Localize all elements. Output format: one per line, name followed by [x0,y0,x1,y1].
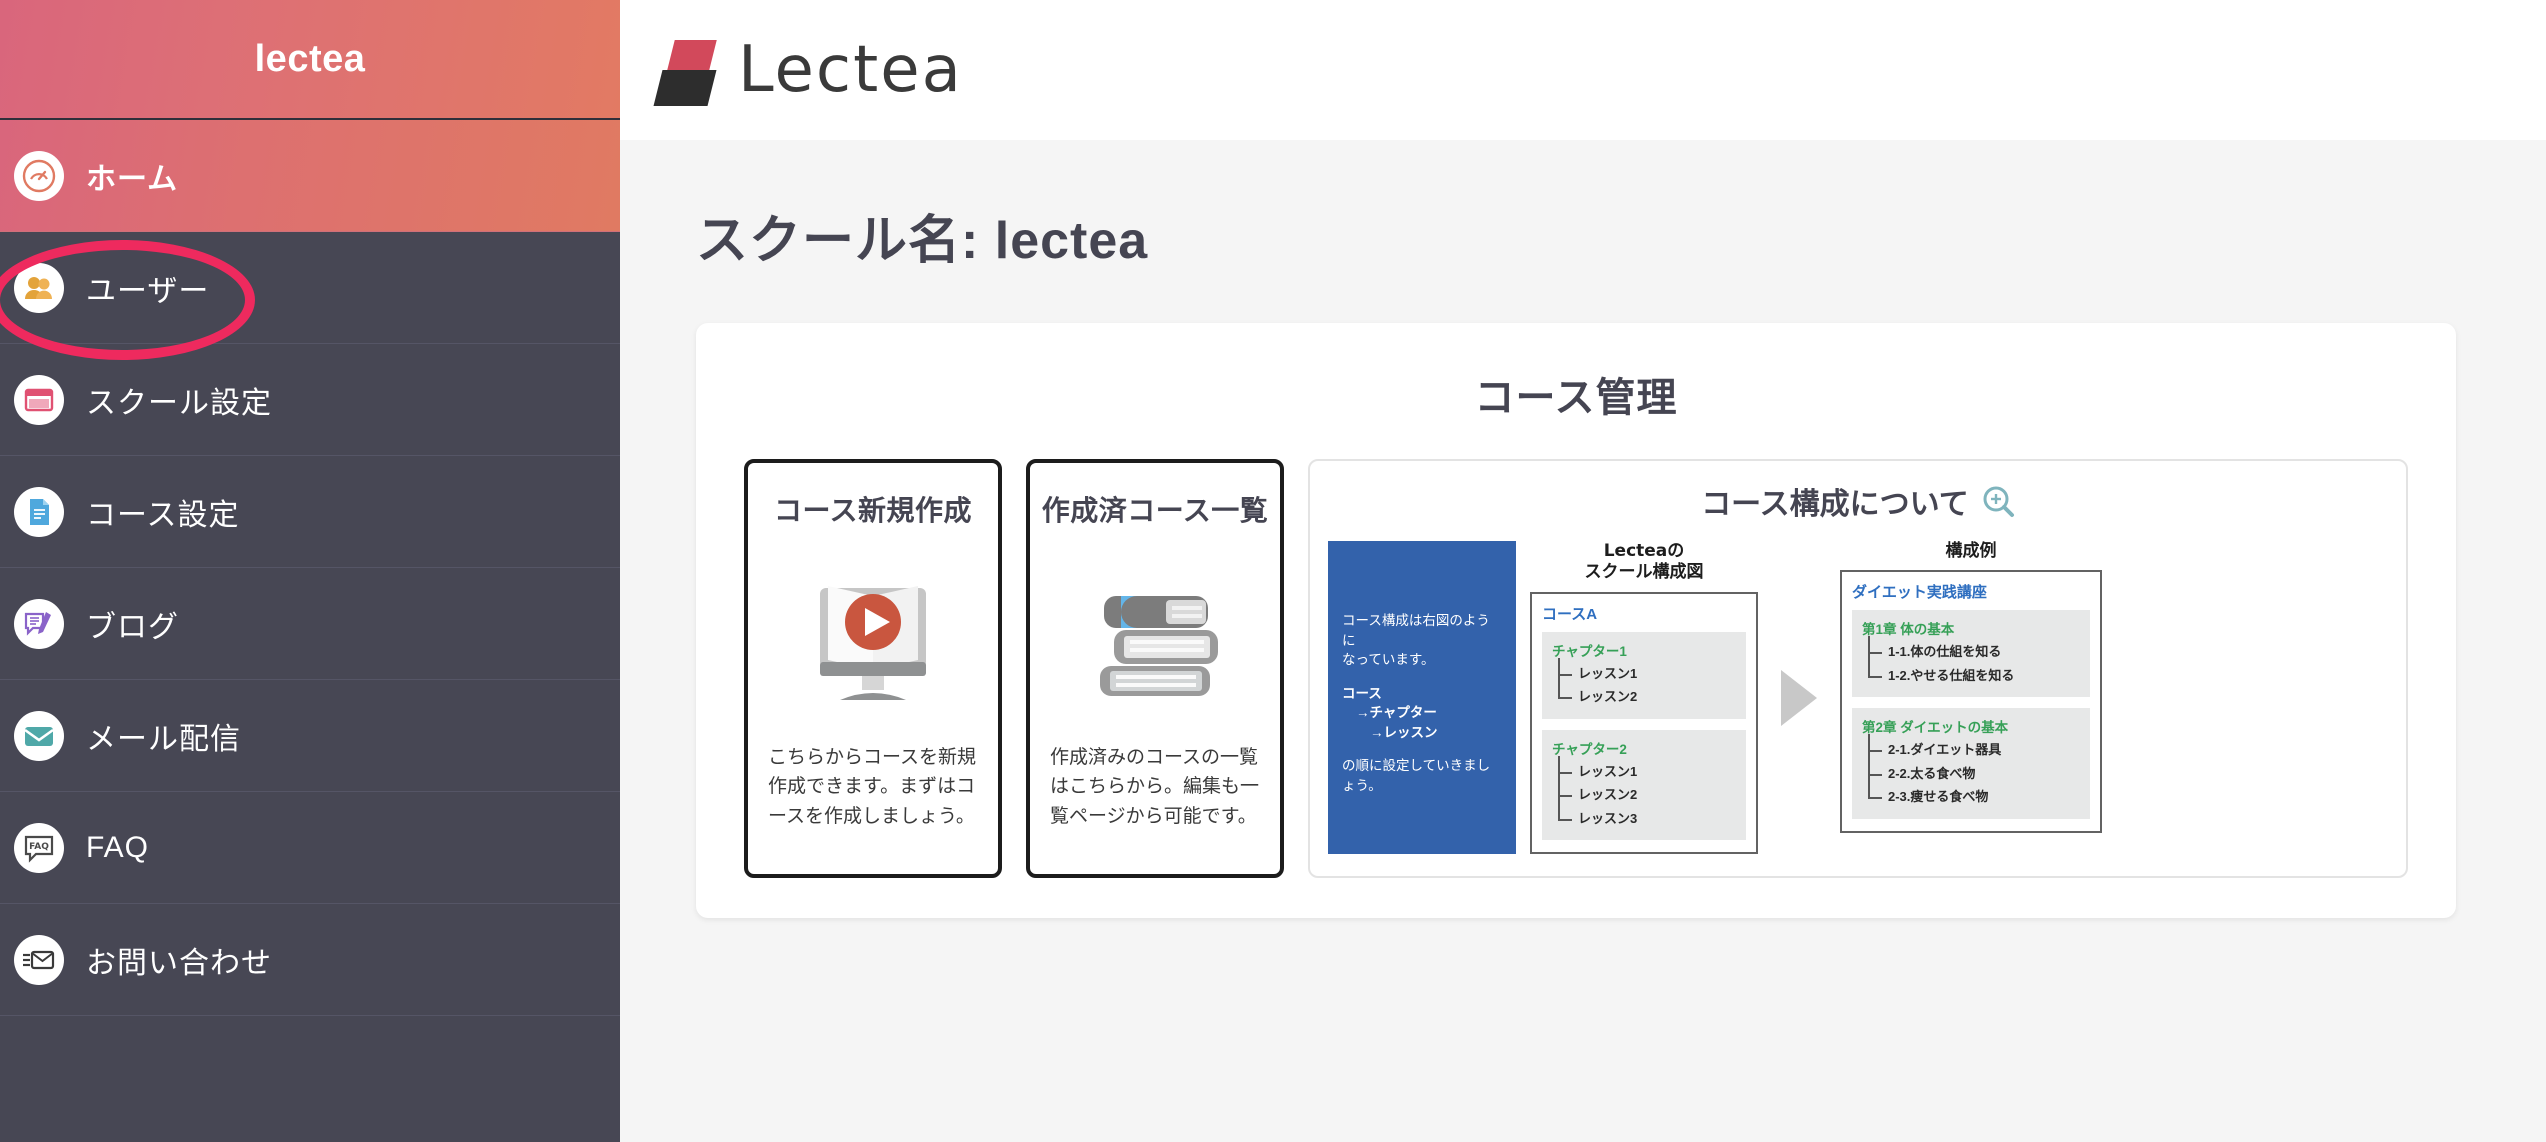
sidebar-item-home[interactable]: ホーム [0,120,620,232]
sidebar-item-school-settings[interactable]: スクール設定 [0,344,620,456]
note-hierarchy-course: コース [1342,685,1382,701]
card-course-list[interactable]: 作成済コース一覧 作成済みのコースの一覧はこちらから。編集も一覧ページから可能で… [1026,459,1284,879]
lesson-item: レッスン1 [1558,657,1736,695]
structure-note: コース構成は右図のように なっています。 コース →チャプター →レッスン の順… [1328,541,1516,855]
contact-mail-icon [14,934,64,985]
monitor-play-icon [798,555,948,725]
topbar: Lectea [620,0,2546,140]
sidebar-item-label: ブログ [86,610,179,644]
chapter-block: チャプター1 レッスン1 レッスン2 [1542,631,1746,719]
panel-title: コース管理 [1474,376,1678,420]
note-line1: コース構成は右図のように [1342,613,1490,648]
note-hierarchy-chapter: →チャプター [1356,705,1437,721]
users-icon [14,262,64,313]
card-description: 作成済みのコースの一覧はこちらから。編集も一覧ページから可能です。 [1050,747,1260,827]
card-create-course[interactable]: コース新規作成 こちらからコースを新規作成できます。まずはコースを作成しましょう… [744,459,1002,879]
lesson-item: 1-1.体の仕組を知る [1868,636,2080,674]
faq-icon: FAQ [14,822,64,873]
lesson-list: レッスン1 レッスン2 [1558,657,1736,709]
course-name: コースA [1542,605,1598,623]
main-content: Lectea スクール名: lectea コース管理 コース新規作成 こちらから… [620,0,2546,1142]
sidebar-item-mail-delivery[interactable]: メール配信 [0,680,620,792]
lesson-item: 1-2.やせる仕組を知る [1868,659,2080,688]
card-title: コース新規作成 [773,495,973,526]
note-line2: なっています。 [1342,652,1435,668]
sidebar: lectea ホーム ユーザー スクール設定 コース設定 ブログ メール配信 F… [0,0,620,1142]
diagram-box: コースA チャプター1 レッスン1 レッスン2 チャプター2 レッスン1 レッス… [1530,591,1758,855]
sidebar-item-label: ユーザー [86,274,210,308]
chapter-name: チャプター1 [1552,643,1627,659]
diagram-heading: 構成例 [1840,541,2102,562]
note-hierarchy-lesson: →レッスン [1370,724,1438,740]
course-structure-panel: コース構成について コース構成は右図のように なっています。 コース →チャプタ… [1308,459,2408,879]
structure-title-row: コース構成について [1328,479,2388,523]
lesson-item: 2-2.太る食べ物 [1868,757,2080,796]
lesson-item: レッスン2 [1558,681,1736,709]
sidebar-brand-label: lectea [254,37,366,80]
app-logo[interactable]: Lectea [653,33,963,107]
sidebar-item-faq[interactable]: FAQ FAQ [0,792,620,904]
card-title: 作成済コース一覧 [1041,495,1269,526]
diagram-heading-line1: Lecteaの [1603,541,1685,561]
mail-icon [14,710,64,761]
card-description: こちらからコースを新規作成できます。まずはコースを作成しましょう。 [768,747,977,827]
sidebar-item-label: スクール設定 [86,386,272,420]
window-icon [14,374,64,425]
chapter-block: 第2章 ダイエットの基本 2-1.ダイエット器具 2-2.太る食べ物 2-3.痩… [1852,708,2090,819]
sidebar-item-course-settings[interactable]: コース設定 [0,456,620,568]
zoom-in-icon[interactable] [1981,484,2015,518]
diagram-example-structure: 構成例 ダイエット実践講座 第1章 体の基本 1-1.体の仕組を知る 1-2.や… [1840,541,2102,854]
sidebar-item-label: お問い合わせ [86,946,272,980]
lesson-list: 1-1.体の仕組を知る 1-2.やせる仕組を知る [1868,636,2080,688]
dashboard-icon [14,150,64,201]
lesson-item: レッスン3 [1558,802,1736,831]
lesson-item: レッスン2 [1558,779,1736,817]
diagram-heading-line1: 構成例 [1945,541,1997,561]
structure-title: コース構成について [1701,488,1969,521]
lectea-mark-icon [653,34,717,106]
cards-row: コース新規作成 こちらからコースを新規作成できます。まずはコースを作成しましょう… [726,459,2426,879]
arrow-right-icon [1772,541,1826,854]
sidebar-item-users[interactable]: ユーザー [0,232,620,344]
lesson-list: 2-1.ダイエット器具 2-2.太る食べ物 2-3.痩せる食べ物 [1868,734,2080,809]
chapter-name: 第1章 体の基本 [1862,622,1955,638]
sidebar-item-label: メール配信 [86,722,241,756]
sidebar-brand[interactable]: lectea [0,0,620,120]
sidebar-item-label: FAQ [86,830,150,864]
note-line3: の順に設定していきましょう。 [1342,758,1491,793]
sidebar-item-blog[interactable]: ブログ [0,568,620,680]
lesson-item: 2-1.ダイエット器具 [1868,734,2080,772]
blog-pencil-icon [14,598,64,649]
course-management-panel: コース管理 コース新規作成 こちらからコースを新規作成できます。まずはコースを作… [696,323,2456,919]
app-logo-text: Lectea [738,33,963,107]
chapter-block: チャプター2 レッスン1 レッスン2 レッスン3 [1542,729,1746,841]
chapter-name: 第2章 ダイエットの基本 [1862,720,2009,736]
sidebar-item-contact[interactable]: お問い合わせ [0,904,620,1016]
sidebar-item-label: コース設定 [86,498,240,532]
lesson-item: レッスン1 [1558,755,1736,793]
sidebar-item-label: ホーム [86,162,179,196]
document-icon [14,486,64,537]
course-name: ダイエット実践講座 [1852,584,1987,602]
diagram-box: ダイエット実践講座 第1章 体の基本 1-1.体の仕組を知る 1-2.やせる仕組… [1840,570,2102,833]
app-root: lectea ホーム ユーザー スクール設定 コース設定 ブログ メール配信 F… [0,0,2546,1142]
svg-text:FAQ: FAQ [29,842,49,852]
books-stack-icon [1080,555,1230,725]
page-title: スクール名: lectea [696,212,1149,270]
chapter-block: 第1章 体の基本 1-1.体の仕組を知る 1-2.やせる仕組を知る [1852,610,2090,698]
structure-body: コース構成は右図のように なっています。 コース →チャプター →レッスン の順… [1328,541,2388,855]
chapter-name: チャプター2 [1552,741,1627,757]
diagram-lectea-structure: Lecteaの スクール構成図 コースA チャプター1 レッスン1 レッスン2 [1530,541,1758,855]
diagram-heading-line2: スクール構成図 [1584,562,1704,583]
lesson-item: 2-3.痩せる食べ物 [1868,781,2080,809]
lesson-list: レッスン1 レッスン2 レッスン3 [1558,755,1736,831]
diagram-heading: Lecteaの スクール構成図 [1530,541,1758,584]
